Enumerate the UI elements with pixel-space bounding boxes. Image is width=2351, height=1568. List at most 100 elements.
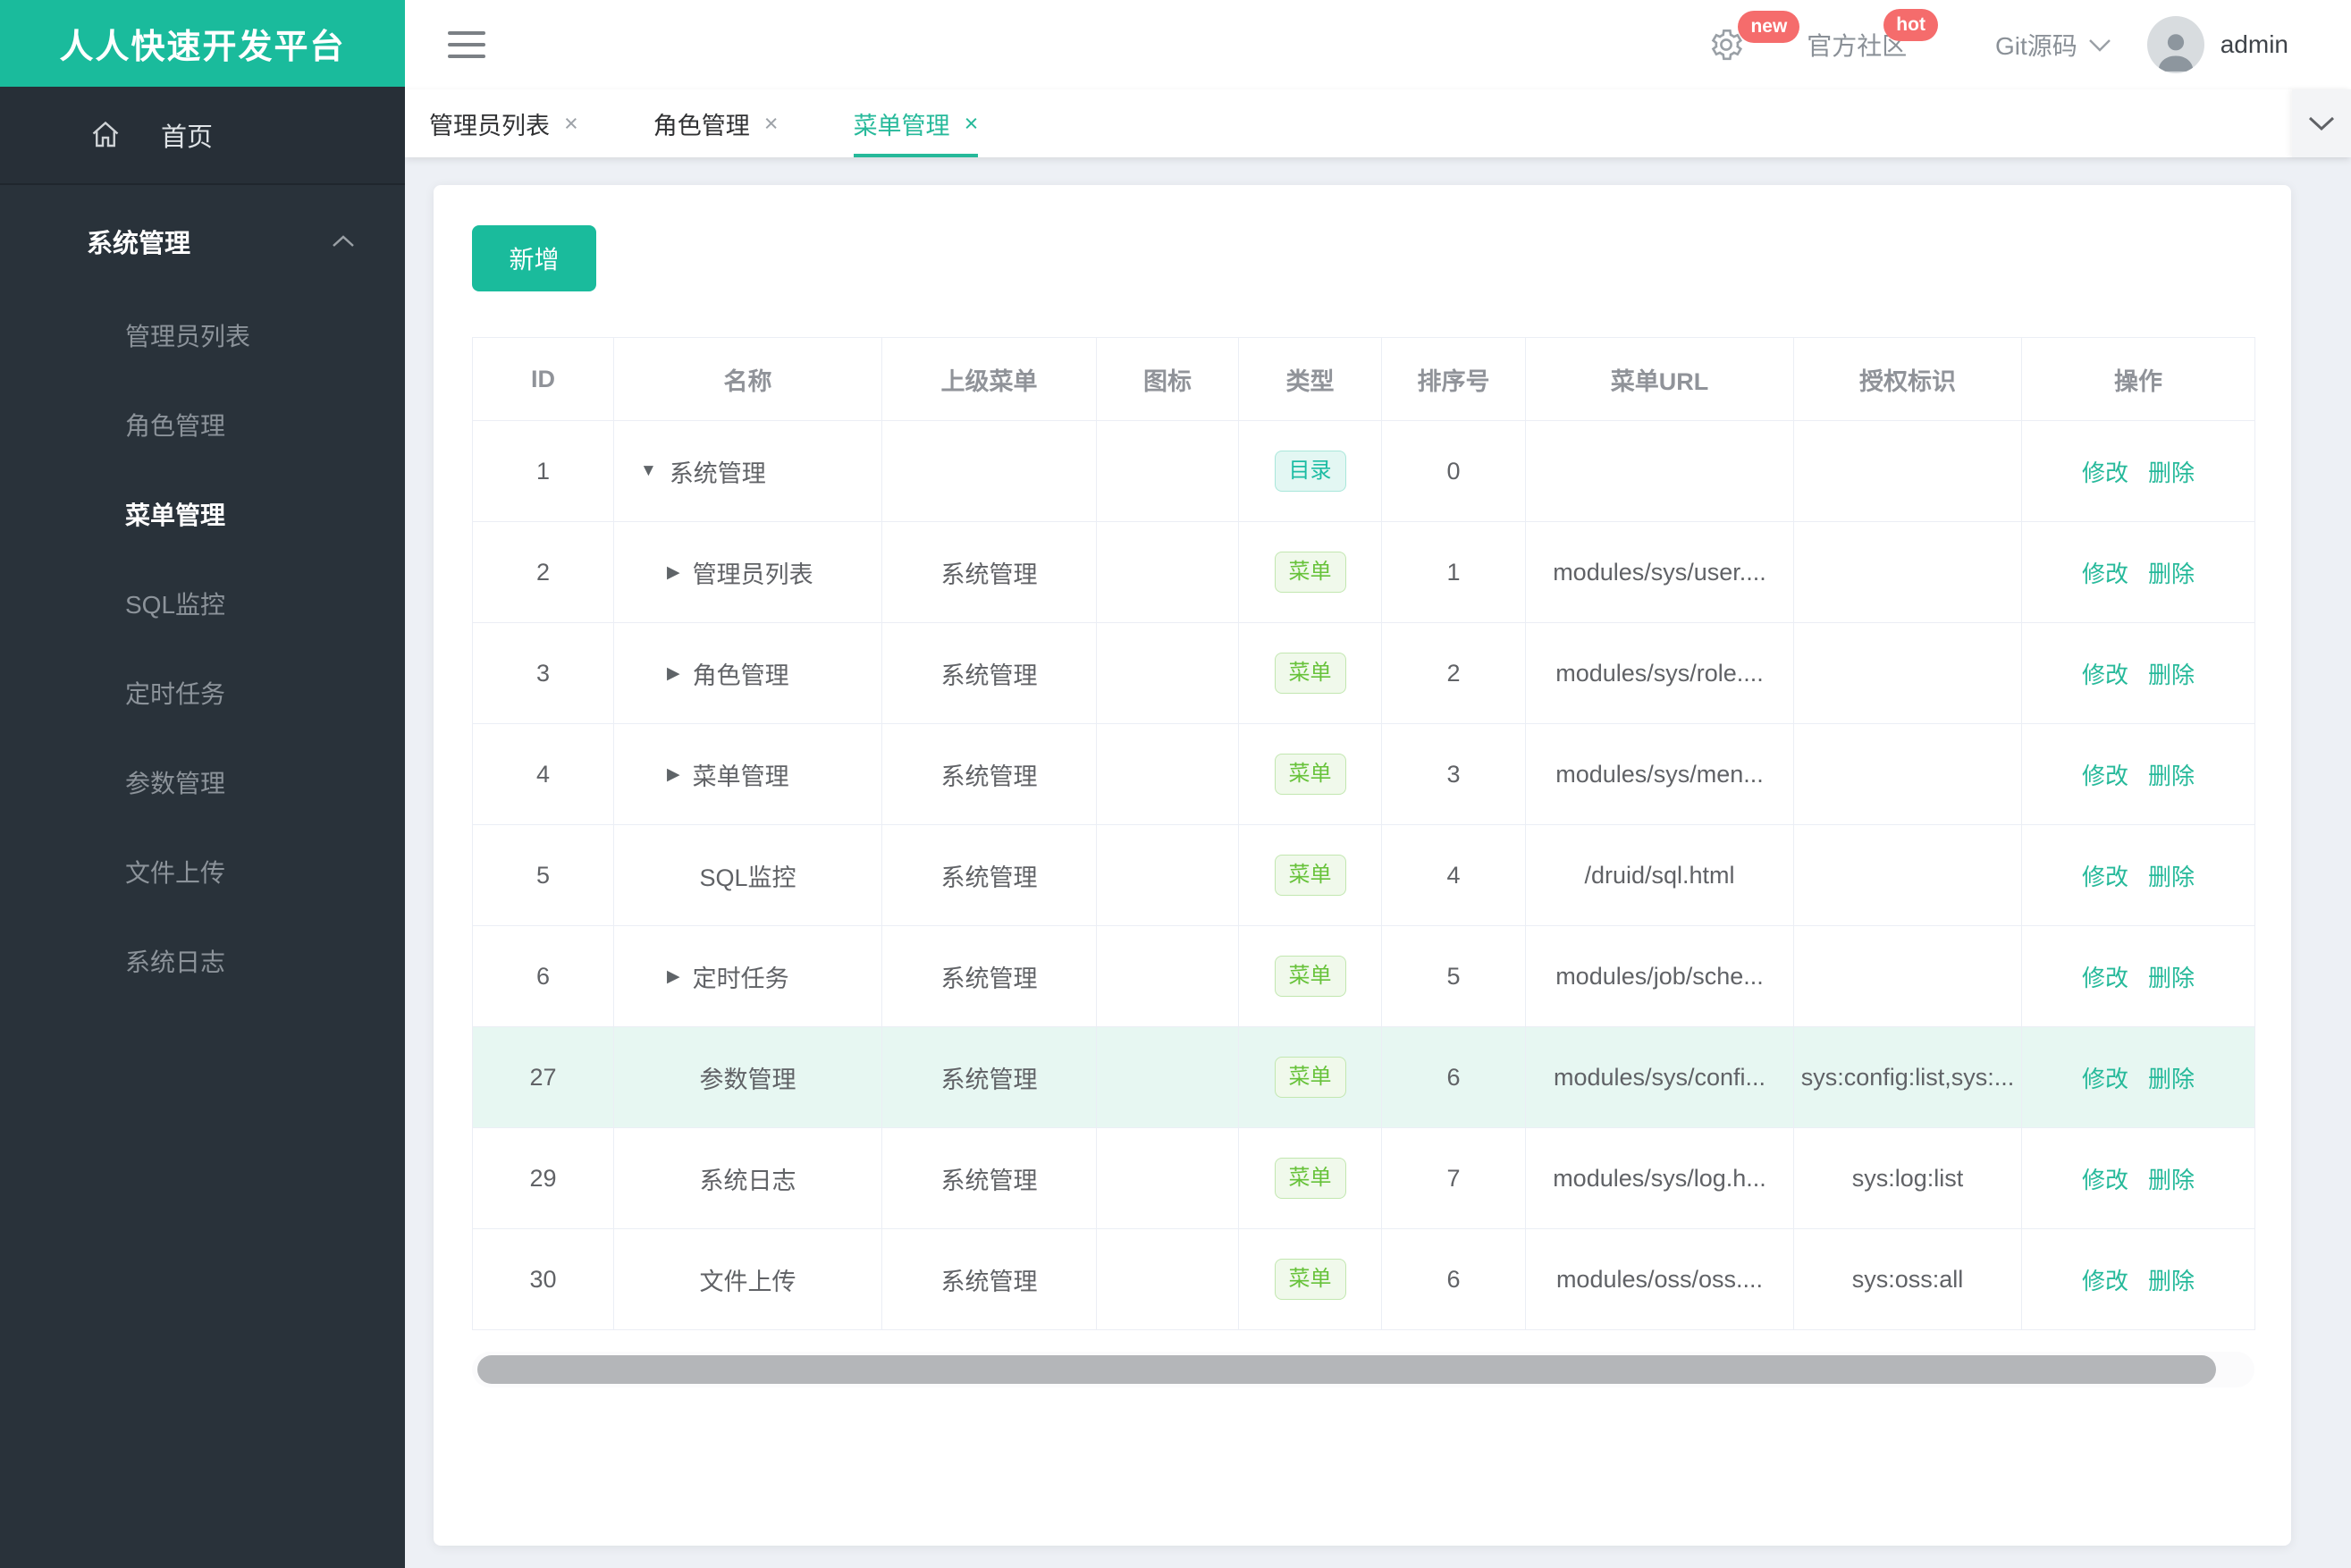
name-wrap: ▶ 角色管理 bbox=[614, 656, 881, 691]
type-badge: 菜单 bbox=[1274, 855, 1346, 896]
name-wrap: 参数管理 bbox=[614, 1060, 881, 1095]
tree-collapsed-icon[interactable]: ▶ bbox=[667, 562, 680, 583]
chevron-up-icon bbox=[331, 234, 356, 249]
sidebar-item-定时任务[interactable]: 定时任务 bbox=[0, 648, 405, 738]
sidebar-item-home[interactable]: 首页 bbox=[0, 87, 405, 185]
type-badge: 菜单 bbox=[1274, 552, 1346, 593]
sidebar-item-角色管理[interactable]: 角色管理 bbox=[0, 380, 405, 469]
edit-link[interactable]: 修改 bbox=[2082, 864, 2128, 890]
sidebar-item-label: 参数管理 bbox=[125, 770, 226, 797]
delete-link[interactable]: 删除 bbox=[2148, 662, 2195, 688]
table-row-30[interactable]: 30 文件上传 系统管理 菜单 6 modules/oss/oss.... sys:oss:… bbox=[472, 1228, 2255, 1330]
cell-order: 4 bbox=[1381, 824, 1526, 926]
cell-order: 6 bbox=[1381, 1026, 1526, 1128]
cell-id: 1 bbox=[472, 420, 614, 522]
cell-parent-menu: 系统管理 bbox=[881, 1127, 1097, 1229]
cell-type: 菜单 bbox=[1238, 622, 1382, 724]
table-row-5[interactable]: 5 SQL监控 系统管理 菜单 4/druid/sql.html 修改 删除 bbox=[472, 824, 2255, 926]
horizontal-scrollbar-track[interactable] bbox=[472, 1352, 2254, 1387]
delete-link[interactable]: 删除 bbox=[2148, 1268, 2195, 1294]
column-header-操作: 操作 bbox=[2021, 337, 2255, 421]
delete-link[interactable]: 删除 bbox=[2148, 1167, 2195, 1193]
cell-name: ▶ 管理员列表 bbox=[613, 521, 882, 623]
git-source-link[interactable]: Git源码 bbox=[1995, 27, 2111, 63]
table-row-3[interactable]: 3 ▶ 角色管理 系统管理 菜单 2 modules/sys/role.... 修改 删除 bbox=[472, 622, 2255, 724]
edit-link[interactable]: 修改 bbox=[2082, 763, 2128, 789]
table-row-1[interactable]: 1 ▼ 系统管理 目录 0 修改 删除 bbox=[472, 420, 2255, 522]
cell-parent-menu: 系统管理 bbox=[881, 824, 1097, 926]
type-badge: 菜单 bbox=[1274, 956, 1346, 997]
table-row-6[interactable]: 6 ▶ 定时任务 系统管理 菜单 5 modules/job/sche... 修改 删除 bbox=[472, 925, 2255, 1027]
table-row-4[interactable]: 4 ▶ 菜单管理 系统管理 菜单 3 modules/sys/men... 修改 删除 bbox=[472, 723, 2255, 825]
cell-id: 27 bbox=[472, 1026, 614, 1128]
delete-link[interactable]: 删除 bbox=[2148, 1066, 2195, 1092]
cell-type: 菜单 bbox=[1238, 1026, 1382, 1128]
cell-icon bbox=[1096, 622, 1239, 724]
tree-expanded-icon[interactable]: ▼ bbox=[640, 461, 657, 481]
name-wrap: ▶ 菜单管理 bbox=[614, 757, 881, 792]
cell-type: 菜单 bbox=[1238, 925, 1382, 1027]
cell-perms: sys:log:list bbox=[1793, 1127, 2022, 1229]
close-tab-icon[interactable]: × bbox=[764, 110, 779, 138]
cell-perms bbox=[1793, 723, 2022, 825]
close-tab-icon[interactable]: × bbox=[564, 110, 578, 138]
table-row-2[interactable]: 2 ▶ 管理员列表 系统管理 菜单 1 modules/sys/user.... 修改 删除 bbox=[472, 521, 2255, 623]
column-header-名称: 名称 bbox=[613, 337, 882, 421]
edit-link[interactable]: 修改 bbox=[2082, 662, 2128, 688]
tree-collapsed-icon[interactable]: ▶ bbox=[667, 663, 680, 684]
sidebar-item-菜单管理[interactable]: 菜单管理 bbox=[0, 469, 405, 559]
sidebar-item-label: SQL监控 bbox=[125, 591, 226, 619]
edit-link[interactable]: 修改 bbox=[2082, 459, 2128, 486]
edit-link[interactable]: 修改 bbox=[2082, 1167, 2128, 1193]
tab-管理员列表[interactable]: 管理员列表 × bbox=[429, 89, 578, 157]
edit-link[interactable]: 修改 bbox=[2082, 1268, 2128, 1294]
close-tab-icon[interactable]: × bbox=[965, 110, 979, 138]
cell-name: 系统日志 bbox=[613, 1127, 882, 1229]
cell-id: 3 bbox=[472, 622, 614, 724]
delete-link[interactable]: 删除 bbox=[2148, 864, 2195, 890]
tree-collapsed-icon[interactable]: ▶ bbox=[667, 966, 680, 987]
hamburger-menu-icon[interactable] bbox=[448, 31, 485, 58]
cell-type: 菜单 bbox=[1238, 521, 1382, 623]
sidebar-item-系统日志[interactable]: 系统日志 bbox=[0, 916, 405, 1006]
tree-collapsed-icon[interactable]: ▶ bbox=[667, 764, 680, 785]
edit-link[interactable]: 修改 bbox=[2082, 1066, 2128, 1092]
username[interactable]: admin bbox=[2220, 30, 2288, 59]
menu-table: ID 名称 上级菜单 图标 类型 排序号 菜单URL 授权标识 操作 1 ▼ 系统管理 目录 0 修改 删除… bbox=[472, 337, 2255, 1330]
tab-角色管理[interactable]: 角色管理 × bbox=[653, 89, 779, 157]
cell-actions: 修改 删除 bbox=[2021, 1228, 2255, 1330]
cell-type: 菜单 bbox=[1238, 1228, 1382, 1330]
community-link[interactable]: 官方社区 hot bbox=[1807, 9, 1961, 63]
settings-button[interactable]: new bbox=[1707, 11, 1807, 63]
cell-url: modules/sys/log.h... bbox=[1525, 1127, 1794, 1229]
type-badge: 菜单 bbox=[1274, 1057, 1346, 1098]
tab-菜单管理[interactable]: 菜单管理 × bbox=[853, 89, 979, 157]
sidebar-item-参数管理[interactable]: 参数管理 bbox=[0, 738, 405, 827]
sidebar-item-文件上传[interactable]: 文件上传 bbox=[0, 827, 405, 916]
edit-link[interactable]: 修改 bbox=[2082, 965, 2128, 991]
delete-link[interactable]: 删除 bbox=[2148, 459, 2195, 486]
edit-link[interactable]: 修改 bbox=[2082, 561, 2128, 587]
avatar[interactable] bbox=[2146, 16, 2204, 73]
sidebar-group-system[interactable]: 系统管理 bbox=[0, 192, 405, 291]
menu-name: 文件上传 bbox=[699, 1268, 796, 1295]
add-button[interactable]: 新增 bbox=[472, 225, 596, 291]
content-card: 新增 ID 名称 上级菜单 图标 类型 排序号 菜单URL 授权标识 操作 1 ▼ 系统管理 目录 0 修… bbox=[434, 185, 2291, 1546]
table-row-29[interactable]: 29 系统日志 系统管理 菜单 7 modules/sys/log.h... sys:log… bbox=[472, 1127, 2255, 1229]
cell-name: ▶ 角色管理 bbox=[613, 622, 882, 724]
table-row-27[interactable]: 27 参数管理 系统管理 菜单 6 modules/sys/confi... sys:con… bbox=[472, 1026, 2255, 1128]
cell-parent-menu: 系统管理 bbox=[881, 1026, 1097, 1128]
sidebar-item-SQL监控[interactable]: SQL监控 bbox=[0, 559, 405, 648]
delete-link[interactable]: 删除 bbox=[2148, 561, 2195, 587]
column-header-ID: ID bbox=[472, 337, 614, 421]
column-header-排序号: 排序号 bbox=[1381, 337, 1526, 421]
cell-actions: 修改 删除 bbox=[2021, 1026, 2255, 1128]
delete-link[interactable]: 删除 bbox=[2148, 965, 2195, 991]
cell-icon bbox=[1096, 1026, 1239, 1128]
horizontal-scrollbar-thumb[interactable] bbox=[477, 1355, 2216, 1384]
cell-icon bbox=[1096, 420, 1239, 522]
delete-link[interactable]: 删除 bbox=[2148, 763, 2195, 789]
sidebar-item-管理员列表[interactable]: 管理员列表 bbox=[0, 291, 405, 380]
cell-url: modules/sys/user.... bbox=[1525, 521, 1794, 623]
tabs-dropdown-button[interactable] bbox=[2292, 89, 2351, 157]
